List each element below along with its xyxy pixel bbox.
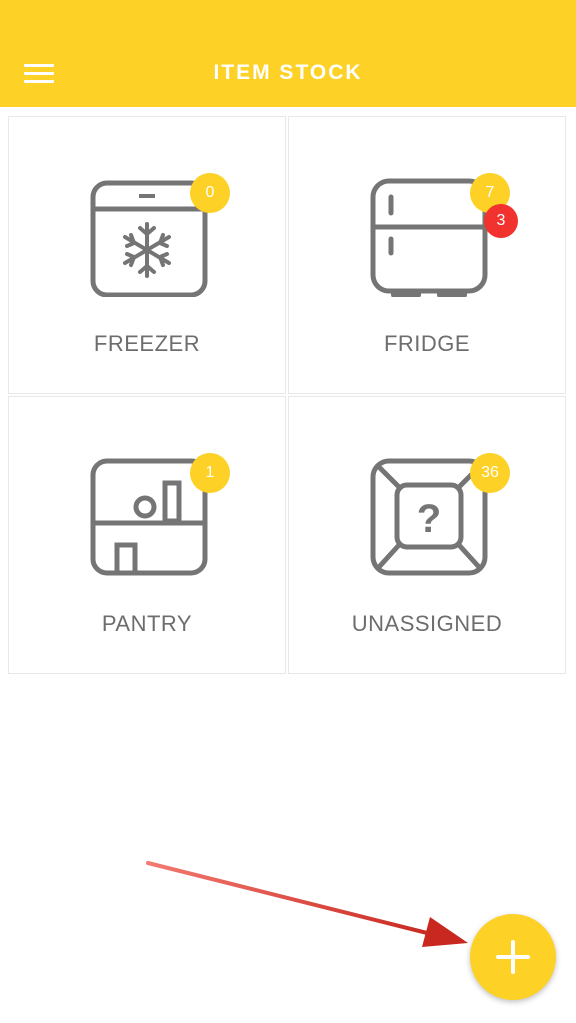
annotation-arrow-icon xyxy=(146,861,468,947)
item-count-badge: 36 xyxy=(470,453,510,493)
plus-icon xyxy=(496,940,530,974)
tile-label: PANTRY xyxy=(101,611,193,636)
item-count-badge: 0 xyxy=(190,173,230,213)
tile-unassigned[interactable]: ? 36 UNASSIGNED xyxy=(288,396,566,674)
storage-grid: 0 FREEZER 7 3 FRIDGE 1 PANTRY ? 36 UNASS… xyxy=(8,116,568,676)
item-count-badge: 1 xyxy=(190,453,230,493)
tile-label: FREEZER xyxy=(93,331,201,356)
tile-freezer[interactable]: 0 FREEZER xyxy=(8,116,286,394)
svg-text:?: ? xyxy=(417,497,441,541)
app-bar: ITEM STOCK xyxy=(0,0,576,107)
tile-pantry[interactable]: 1 PANTRY xyxy=(8,396,286,674)
alert-count-badge: 3 xyxy=(484,204,518,238)
page-title: ITEM STOCK xyxy=(213,61,363,84)
tile-fridge[interactable]: 7 3 FRIDGE xyxy=(288,116,566,394)
tile-label: FRIDGE xyxy=(383,331,471,356)
tile-label: UNASSIGNED xyxy=(351,611,503,636)
add-item-button[interactable] xyxy=(470,914,556,1000)
